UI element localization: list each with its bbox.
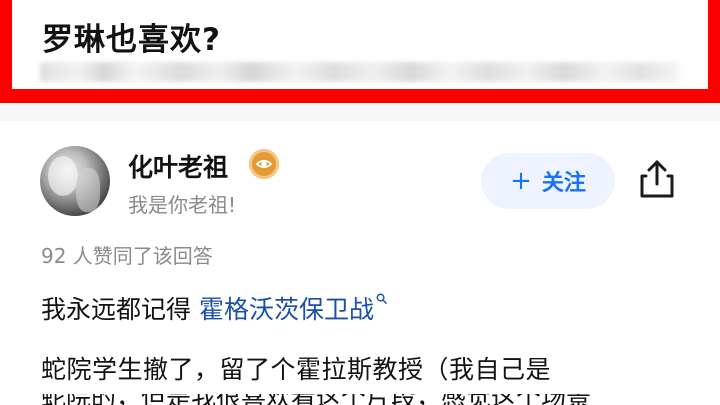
section-divider	[0, 103, 720, 121]
eye-badge-icon	[249, 149, 279, 179]
author-name[interactable]: 化叶老祖	[128, 148, 228, 184]
question-card[interactable]: 罗琳也喜欢?	[0, 0, 720, 103]
answer-text-clipped: 蛇院的，但是我很喜欢看这个片段，感觉这个场景	[41, 394, 681, 405]
avatar-highlight	[48, 156, 78, 196]
follow-label: 关注	[541, 171, 586, 196]
topic-link[interactable]: 霍格沃茨保卫战	[199, 295, 374, 324]
vote-count: 92 人赞同了该回答	[41, 244, 213, 268]
author-bio: 我是你老祖!	[128, 193, 237, 217]
avatar[interactable]	[40, 146, 110, 216]
search-icon	[376, 293, 387, 304]
answer-paragraph-1: 我永远都记得 霍格沃茨保卫战	[41, 290, 387, 326]
plus-icon: +	[510, 166, 532, 196]
answer-paragraph-2: 蛇院学生撤了，留了个霍拉斯教授（我自己是	[41, 355, 552, 384]
share-icon[interactable]	[638, 158, 676, 200]
avatar-figure	[76, 168, 100, 212]
question-title[interactable]: 罗琳也喜欢?	[42, 14, 221, 59]
answer-text: 我永远都记得	[41, 295, 199, 324]
answer-paragraph-3-clipped: 蛇院的，但是我很喜欢看这个片段，感觉这个场景	[41, 394, 681, 405]
follow-button[interactable]: + 关注	[481, 153, 615, 209]
blurred-question-detail	[40, 62, 680, 82]
